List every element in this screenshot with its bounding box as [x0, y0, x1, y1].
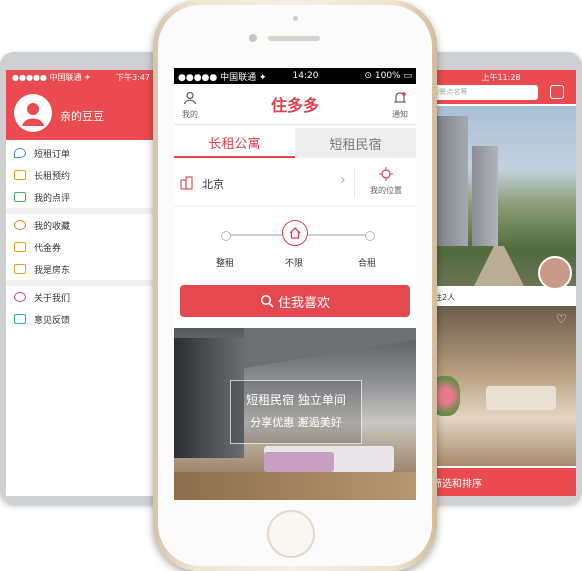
heart-icon	[14, 220, 26, 230]
tab-short-rent[interactable]: 短租民宿	[295, 128, 416, 158]
divider-vertical	[354, 168, 355, 198]
phone-speaker	[268, 36, 320, 41]
building-shape	[434, 116, 468, 246]
right-phone-frame: 上午11:28 地/景点名等 适住2人 ♡ 筛选和排序	[422, 52, 582, 504]
main-time: 14:20	[292, 71, 319, 81]
menu-item-short-orders[interactable]: 短租订单	[6, 142, 156, 164]
main-screen: ●●●●● 中国联通 ✦ 14:20 ⊙ 100% ▭ 我的 住多多 通知 长租…	[174, 68, 416, 500]
app-title: 住多多	[270, 96, 319, 115]
menu-item-long-booking[interactable]: 长租预约	[6, 164, 156, 186]
bed-cover-shape	[264, 452, 334, 472]
search-button-label: 住我喜欢	[277, 295, 330, 311]
calendar-icon	[14, 170, 26, 180]
location-icon	[14, 148, 26, 158]
chevron-right-icon: ›	[340, 172, 346, 188]
left-carrier: ●●●●● 中国联通 ✦	[12, 72, 91, 82]
rent-type-slider[interactable]: 整租 不限 合租	[174, 216, 416, 276]
listing-photo-1[interactable]	[426, 106, 576, 290]
avatar-user-icon	[22, 103, 44, 126]
main-carrier: ●●●●● 中国联通 ✦	[178, 72, 267, 83]
building-icon	[180, 176, 193, 190]
promo-banner[interactable]: 短租民宿 独立单间 分享优惠 邂逅美好	[174, 328, 416, 500]
menu-label: 意见反馈	[34, 315, 71, 326]
menu-item-landlord[interactable]: 我是房东	[6, 258, 156, 280]
right-phone-screen: 上午11:28 地/景点名等 适住2人 ♡ 筛选和排序	[426, 70, 576, 496]
tab-long-rent[interactable]: 长租公寓	[174, 128, 295, 158]
feedback-icon	[14, 314, 26, 324]
slider-stop-right[interactable]	[365, 231, 375, 241]
battery-percent: 100%	[374, 71, 401, 81]
slider-option-any[interactable]: 不限	[285, 256, 303, 269]
banner-headline: 短租民宿 独立单间	[246, 393, 346, 407]
left-status-bar: ●●●●● 中国联通 ✦ 下午3:47	[6, 70, 156, 84]
banner-text-box: 短租民宿 独立单间 分享优惠 邂逅美好	[230, 380, 362, 444]
home-icon	[289, 227, 301, 239]
menu-label: 我是房东	[34, 265, 71, 276]
tab-label: 短租民宿	[329, 137, 382, 153]
menu-item-reviews[interactable]: 我的点评	[6, 186, 156, 208]
phone-sensor	[293, 16, 298, 21]
username[interactable]: 亲的豆豆	[60, 108, 104, 124]
menu-item-favorites[interactable]: 我的收藏	[6, 214, 156, 236]
search-icon	[260, 294, 274, 308]
bell-icon	[393, 92, 407, 103]
menu-label: 关于我们	[34, 293, 71, 304]
banner-subline: 分享优惠 邂逅美好	[250, 416, 342, 429]
menu-label: 我的收藏	[34, 221, 71, 232]
left-menu: 短租订单 长租预约 我的点评 我的收藏 代金券 我是房东 关于我们 意见反馈	[6, 142, 156, 330]
right-time: 上午11:28	[481, 72, 521, 82]
menu-label: 长租预约	[34, 171, 71, 182]
main-battery: ⊙ 100% ▭	[364, 71, 412, 81]
slider-option-shared[interactable]: 合租	[358, 256, 376, 269]
about-icon	[14, 292, 26, 302]
locate-icon	[379, 167, 393, 181]
slider-handle[interactable]	[282, 220, 308, 246]
listing-photo-2[interactable]: ♡	[426, 306, 576, 466]
avatar[interactable]	[14, 94, 52, 132]
phone-camera	[249, 34, 257, 42]
right-status-bar: 上午11:28	[426, 70, 576, 84]
city-row[interactable]: 北京 › 我的位置	[174, 160, 416, 207]
floor-shape	[174, 472, 416, 500]
host-avatar[interactable]	[538, 256, 572, 290]
comment-icon	[14, 192, 26, 202]
slider-stop-left[interactable]	[221, 231, 231, 241]
menu-item-feedback[interactable]: 意见反馈	[6, 308, 156, 330]
right-search-input[interactable]: 地/景点名等	[426, 85, 538, 100]
main-status-bar: ●●●●● 中国联通 ✦ 14:20 ⊙ 100% ▭	[174, 68, 416, 84]
home-button[interactable]	[267, 510, 315, 558]
tab-label: 长租公寓	[208, 136, 261, 152]
menu-label: 短租订单	[34, 149, 71, 160]
menu-item-coupons[interactable]: 代金券	[6, 236, 156, 258]
sofa-shape	[486, 386, 556, 410]
filter-sort-label: 筛选和排序	[432, 478, 482, 490]
filter-sort-bar[interactable]: 筛选和排序	[426, 468, 576, 496]
left-time: 下午3:47	[116, 72, 150, 82]
coupon-icon	[14, 242, 26, 252]
my-location-label: 我的位置	[370, 186, 402, 195]
menu-label: 代金券	[34, 243, 62, 254]
left-header: ●●●●● 中国联通 ✦ 下午3:47 亲的豆豆	[6, 70, 156, 140]
ceiling-shape	[244, 328, 416, 368]
right-header: 上午11:28 地/景点名等	[426, 70, 576, 104]
heart-icon[interactable]: ♡	[556, 312, 567, 326]
landlord-icon	[14, 264, 26, 274]
notification-label: 通知	[392, 110, 408, 119]
left-phone-screen: ●●●●● 中国联通 ✦ 下午3:47 亲的豆豆 短租订单 长租预约 我的点评 …	[6, 70, 156, 496]
map-icon[interactable]	[550, 85, 564, 99]
left-phone-frame: ●●●●● 中国联通 ✦ 下午3:47 亲的豆豆 短租订单 长租预约 我的点评 …	[0, 52, 170, 504]
slider-option-whole[interactable]: 整租	[216, 256, 234, 269]
search-button[interactable]: 住我喜欢	[180, 285, 410, 317]
menu-label: 我的点评	[34, 193, 71, 204]
path-shape	[474, 246, 524, 286]
building-shape	[472, 146, 498, 246]
menu-item-about[interactable]: 关于我们	[6, 286, 156, 308]
nav-bar: 我的 住多多 通知	[174, 84, 416, 125]
city-name: 北京	[202, 178, 224, 191]
my-location-button[interactable]: 我的位置	[356, 166, 416, 196]
notification-button[interactable]: 通知	[388, 90, 412, 120]
